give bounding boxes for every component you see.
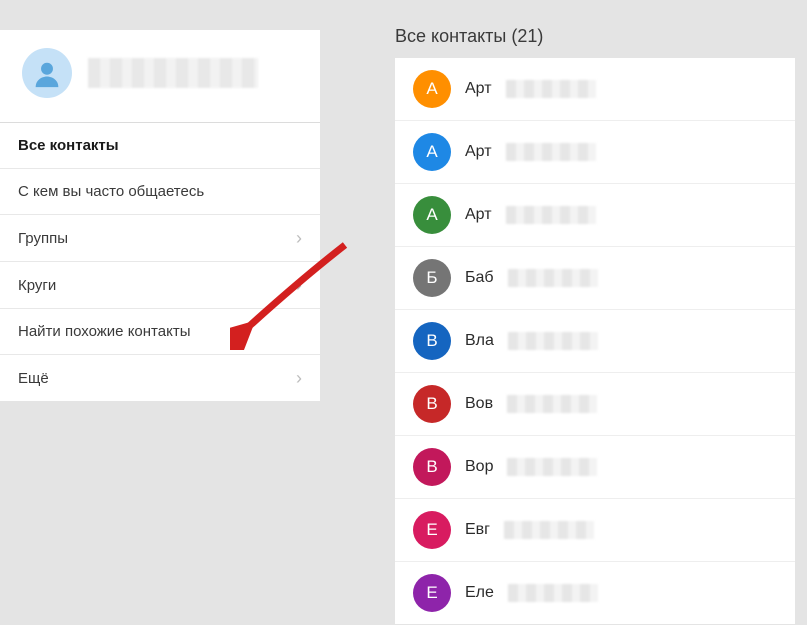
menu-item-3[interactable]: Круги ›	[0, 261, 320, 308]
contact-name-redacted	[508, 269, 598, 287]
contact-name-redacted	[508, 332, 598, 350]
contact-avatar: Е	[413, 574, 451, 612]
sidebar: Все контакты С кем вы часто общаетесь Груп…	[0, 30, 320, 401]
person-icon	[30, 56, 64, 90]
menu-item-5[interactable]: Ещё ›	[0, 354, 320, 401]
contact-row[interactable]: В Вор	[395, 436, 795, 499]
contact-name-redacted	[507, 395, 597, 413]
contact-name-redacted	[504, 521, 594, 539]
contact-name-prefix: Вов	[465, 395, 493, 413]
menu-item-4[interactable]: Найти похожие контакты	[0, 308, 320, 354]
contact-row[interactable]: А Арт	[395, 184, 795, 247]
contact-name-redacted	[508, 584, 598, 602]
chevron-right-icon: ›	[296, 229, 302, 247]
contact-avatar: А	[413, 196, 451, 234]
contact-row[interactable]: А Арт	[395, 121, 795, 184]
contacts-header: Все контакты (21)	[395, 26, 543, 47]
menu-item-1[interactable]: С кем вы часто общаетесь	[0, 168, 320, 214]
contact-name-prefix: Еле	[465, 584, 494, 602]
contact-name-prefix: Арт	[465, 143, 492, 161]
contact-name-redacted	[507, 458, 597, 476]
menu-item-label: С кем вы часто общаетесь	[18, 183, 204, 200]
contact-avatar: А	[413, 133, 451, 171]
profile-avatar	[22, 48, 72, 98]
contact-name-redacted	[506, 80, 596, 98]
contact-name-prefix: Арт	[465, 80, 492, 98]
contact-list: А Арт А Арт А Арт Б Баб В Вла В Вов В Вор Е Евг Е Еле	[395, 58, 795, 624]
contact-row[interactable]: В Вла	[395, 310, 795, 373]
contact-avatar: В	[413, 448, 451, 486]
menu-item-label: Все контакты	[18, 137, 119, 154]
menu-item-label: Круги	[18, 277, 56, 294]
contact-name-redacted	[506, 206, 596, 224]
menu-item-label: Ещё	[18, 370, 49, 387]
contact-row[interactable]: Б Баб	[395, 247, 795, 310]
contact-avatar: Б	[413, 259, 451, 297]
chevron-right-icon: ›	[296, 369, 302, 387]
contact-row[interactable]: А Арт	[395, 58, 795, 121]
chevron-right-icon: ›	[296, 276, 302, 294]
contact-name-prefix: Арт	[465, 206, 492, 224]
contact-name-prefix: Вор	[465, 458, 493, 476]
contact-name-prefix: Евг	[465, 521, 490, 539]
contact-row[interactable]: Е Евг	[395, 499, 795, 562]
profile-name-redacted	[88, 58, 258, 88]
contact-avatar: В	[413, 322, 451, 360]
contact-name-prefix: Баб	[465, 269, 494, 287]
menu-item-label: Найти похожие контакты	[18, 323, 190, 340]
contact-avatar: В	[413, 385, 451, 423]
menu-item-0[interactable]: Все контакты	[0, 122, 320, 168]
profile-header[interactable]	[0, 30, 320, 122]
menu-item-2[interactable]: Группы ›	[0, 214, 320, 261]
contact-avatar: Е	[413, 511, 451, 549]
contact-name-redacted	[506, 143, 596, 161]
contact-row[interactable]: Е Еле	[395, 562, 795, 624]
menu-item-label: Группы	[18, 230, 68, 247]
contact-avatar: А	[413, 70, 451, 108]
contact-name-prefix: Вла	[465, 332, 494, 350]
contact-row[interactable]: В Вов	[395, 373, 795, 436]
